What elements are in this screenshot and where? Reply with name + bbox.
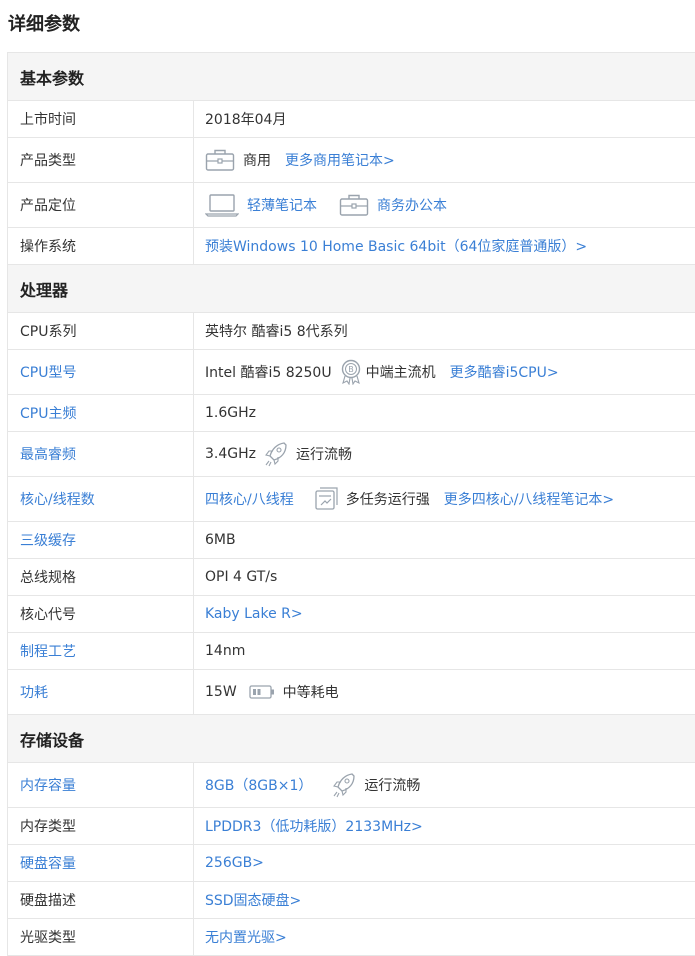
spec-table: 基本参数 上市时间 2018年04月 产品类型 商用 更多商用笔记本> 产品定位… — [7, 52, 695, 956]
optical-link[interactable]: 无内置光驱> — [194, 919, 695, 955]
table-row: 核心代号 Kaby Lake R> — [8, 596, 695, 633]
ram-size-label-link[interactable]: 内存容量 — [8, 763, 194, 807]
cores-value-link[interactable]: 四核心/八线程 — [205, 489, 294, 509]
process-label-link[interactable]: 制程工艺 — [8, 633, 194, 669]
turbo-label-link[interactable]: 最高睿频 — [8, 432, 194, 476]
cpu-freq-label-link[interactable]: CPU主频 — [8, 395, 194, 431]
section-header-processor: 处理器 — [8, 265, 695, 313]
l3-label-link[interactable]: 三级缓存 — [8, 522, 194, 558]
row-label: 总线规格 — [8, 559, 194, 595]
business-office-laptop-link[interactable]: 商务办公本 — [377, 195, 447, 215]
table-row: 产品定位 轻薄笔记本 商务办公本 — [8, 183, 695, 228]
section-header-basic: 基本参数 — [8, 53, 695, 101]
power-badge: 中等耗电 — [282, 685, 339, 701]
laptop-icon — [205, 193, 239, 217]
table-row: 制程工艺 14nm — [8, 633, 695, 670]
row-label: 光驱类型 — [8, 919, 194, 955]
row-label: 产品定位 — [8, 183, 194, 227]
cpu-model-value: Intel 酷睿i5 8250U — [205, 365, 332, 381]
table-row: 功耗 15W 中等耗电 — [8, 670, 695, 715]
ram-size-value-link[interactable]: 8GB（8GB×1） — [205, 775, 312, 795]
table-row: 硬盘容量 256GB> — [8, 845, 695, 882]
row-label: 上市时间 — [8, 101, 194, 137]
battery-icon — [249, 684, 275, 700]
row-label: 硬盘描述 — [8, 882, 194, 918]
disk-desc-link[interactable]: SSD固态硬盘> — [194, 882, 695, 918]
os-link[interactable]: 预装Windows 10 Home Basic 64bit（64位家庭普通版）> — [194, 228, 695, 264]
disk-size-label-link[interactable]: 硬盘容量 — [8, 845, 194, 881]
power-label-link[interactable]: 功耗 — [8, 670, 194, 714]
row-value: OPI 4 GT/s — [205, 569, 278, 585]
codename-link[interactable]: Kaby Lake R> — [194, 596, 695, 632]
table-row: 最高睿频 3.4GHz 运行流畅 — [8, 432, 695, 477]
row-value: 1.6GHz — [205, 405, 256, 421]
ram-type-link[interactable]: LPDDR3（低功耗版）2133MHz> — [194, 808, 695, 844]
table-row: 总线规格 OPI 4 GT/s — [8, 559, 695, 596]
row-label: 核心代号 — [8, 596, 194, 632]
cpu-model-label-link[interactable]: CPU型号 — [8, 350, 194, 394]
table-row: CPU型号 Intel 酷睿i5 8250U B 中端主流机 更多酷睿i5CPU… — [8, 350, 695, 395]
table-row: 核心/线程数 四核心/八线程 多任务运行强 更多四核心/八线程笔记本> — [8, 477, 695, 522]
briefcase-icon — [205, 148, 235, 172]
row-value: 14nm — [205, 643, 246, 659]
ram-size-badge: 运行流畅 — [364, 778, 421, 794]
turbo-badge: 运行流畅 — [296, 447, 352, 463]
turbo-value: 3.4GHz — [205, 446, 256, 462]
table-row: 硬盘描述 SSD固态硬盘> — [8, 882, 695, 919]
row-value: 6MB — [205, 532, 236, 548]
table-row: 上市时间 2018年04月 — [8, 101, 695, 138]
table-row: 内存类型 LPDDR3（低功耗版）2133MHz> — [8, 808, 695, 845]
table-row: 三级缓存 6MB — [8, 522, 695, 559]
more-4c8t-laptops-link[interactable]: 更多四核心/八线程笔记本> — [444, 489, 614, 509]
more-i5-cpu-link[interactable]: 更多酷睿i5CPU> — [450, 362, 559, 382]
cpu-model-badge: 中端主流机 — [365, 365, 436, 381]
disk-size-link[interactable]: 256GB> — [194, 845, 695, 881]
table-row: 光驱类型 无内置光驱> — [8, 919, 695, 956]
multitask-icon — [312, 486, 338, 512]
cores-label-link[interactable]: 核心/线程数 — [8, 477, 194, 521]
rocket-icon — [264, 441, 288, 467]
row-value: 英特尔 酷睿i5 8代系列 — [205, 324, 348, 340]
product-type-value: 商用 — [243, 153, 271, 169]
row-label: 内存类型 — [8, 808, 194, 844]
section-header-storage: 存储设备 — [8, 715, 695, 763]
medal-icon: B — [340, 359, 362, 385]
thin-laptop-link[interactable]: 轻薄笔记本 — [247, 195, 317, 215]
more-business-laptops-link[interactable]: 更多商用笔记本> — [285, 150, 395, 170]
svg-text:B: B — [348, 365, 354, 374]
table-row: CPU主频 1.6GHz — [8, 395, 695, 432]
power-value: 15W — [205, 684, 237, 700]
row-label: 操作系统 — [8, 228, 194, 264]
table-row: 内存容量 8GB（8GB×1） 运行流畅 — [8, 763, 695, 808]
row-label: CPU系列 — [8, 313, 194, 349]
cores-badge: 多任务运行强 — [345, 492, 430, 508]
page-title: 详细参数 — [8, 14, 80, 35]
row-value: 2018年04月 — [205, 112, 287, 128]
table-row: 操作系统 预装Windows 10 Home Basic 64bit（64位家庭… — [8, 228, 695, 265]
briefcase-icon — [339, 193, 369, 217]
table-row: CPU系列 英特尔 酷睿i5 8代系列 — [8, 313, 695, 350]
row-label: 产品类型 — [8, 138, 194, 182]
table-row: 产品类型 商用 更多商用笔记本> — [8, 138, 695, 183]
rocket-icon — [332, 772, 356, 798]
